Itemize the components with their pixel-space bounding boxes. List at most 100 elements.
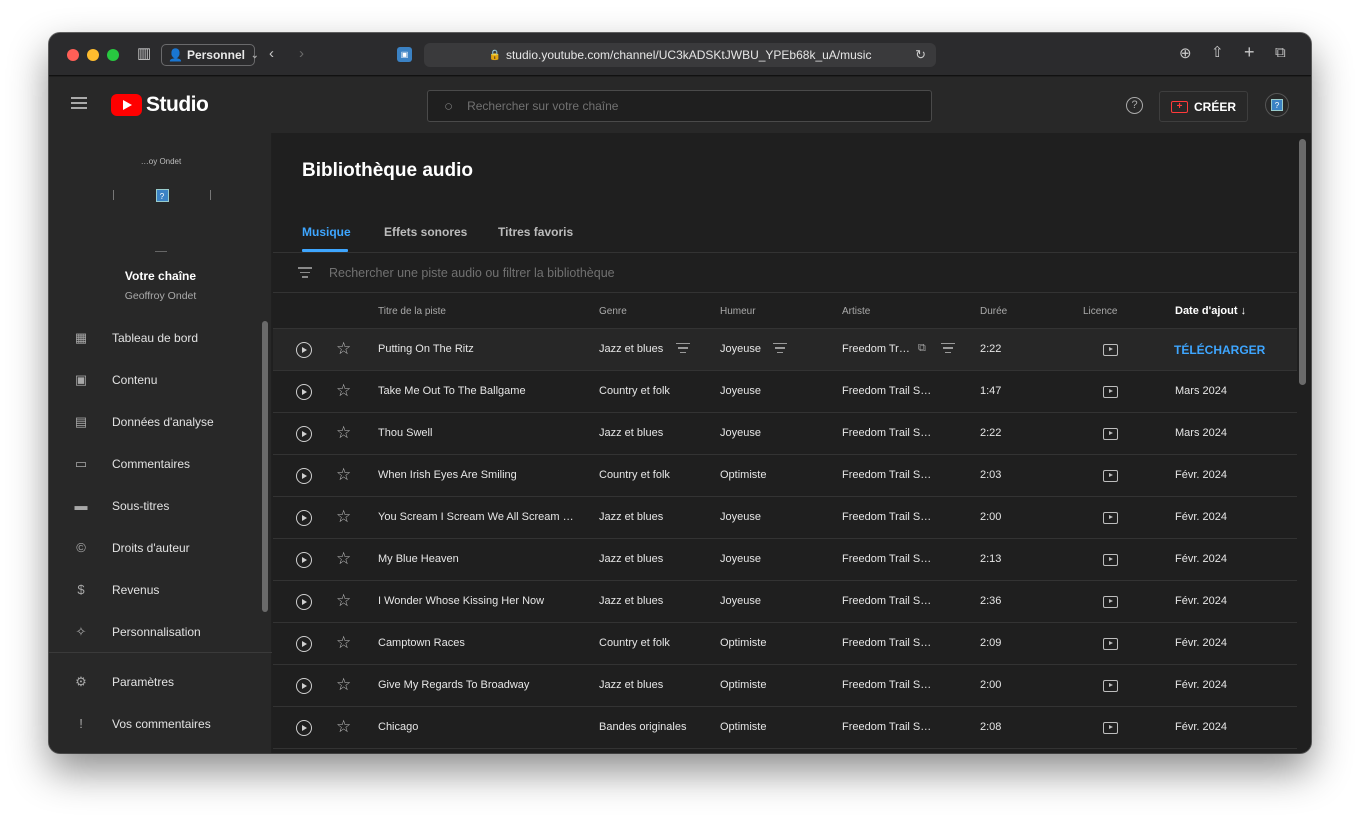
sidebar-item-analytics[interactable]: ▤ Données d'analyse [49, 401, 272, 443]
play-icon[interactable] [296, 384, 312, 400]
table-row[interactable]: ☆ When Irish Eyes Are Smiling Country et… [273, 455, 1297, 497]
star-icon[interactable]: ☆ [336, 675, 351, 695]
star-icon[interactable]: ☆ [336, 423, 351, 443]
track-genre: Jazz et blues [599, 679, 664, 691]
track-artist: Freedom Trail S… [842, 385, 932, 397]
play-icon[interactable] [296, 678, 312, 694]
share-icon[interactable]: ⇧ [1211, 45, 1224, 61]
license-icon[interactable] [1103, 554, 1118, 566]
star-icon[interactable]: ☆ [336, 507, 351, 527]
play-icon[interactable] [296, 510, 312, 526]
table-row[interactable]: ☆ Thou Swell Jazz et blues Joyeuse Freed… [273, 413, 1297, 455]
license-icon[interactable] [1103, 596, 1118, 608]
sidebar-item-subtitles[interactable]: ▬ Sous-titres [49, 485, 272, 527]
account-avatar[interactable]: ? [1265, 93, 1289, 117]
license-icon[interactable] [1103, 386, 1118, 398]
table-row[interactable]: ☆ Take Me Out To The Ballgame Country et… [273, 371, 1297, 413]
create-button[interactable]: + CRÉER [1159, 91, 1248, 122]
filter-icon[interactable] [298, 267, 312, 281]
filter-mood-icon[interactable] [773, 343, 787, 356]
back-icon[interactable]: ‹ [269, 46, 274, 62]
filter-artist-icon[interactable] [941, 343, 955, 356]
table-row[interactable]: ☆ I Wonder Whose Kissing Her Now Jazz et… [273, 581, 1297, 623]
play-icon[interactable] [296, 594, 312, 610]
star-icon[interactable]: ☆ [336, 717, 351, 737]
track-artist: Freedom Trail S… [842, 511, 932, 523]
sidebar-item-copyright[interactable]: © Droits d'auteur [49, 527, 272, 569]
dollar-icon: $ [77, 582, 85, 597]
downloads-icon[interactable]: ⊕ [1179, 46, 1192, 62]
sidebar-item-customization[interactable]: ✧ Personnalisation [49, 611, 272, 653]
column-artist: Artiste [842, 306, 871, 317]
star-icon[interactable]: ☆ [336, 339, 351, 359]
minimize-window-button[interactable] [87, 49, 99, 61]
star-icon[interactable]: ☆ [336, 633, 351, 653]
sidebar-item-content[interactable]: ▣ Contenu [49, 359, 272, 401]
filter-input[interactable]: Rechercher une piste audio ou filtrer la… [329, 266, 615, 280]
license-icon[interactable] [1103, 470, 1118, 482]
star-icon[interactable]: ☆ [336, 591, 351, 611]
license-icon[interactable] [1103, 428, 1118, 440]
tab-favorites[interactable]: Titres favoris [498, 225, 573, 239]
play-icon[interactable] [296, 636, 312, 652]
table-row[interactable]: ☆ Camptown Races Country et folk Optimis… [273, 623, 1297, 665]
license-icon[interactable] [1103, 512, 1118, 524]
track-mood: Optimiste [720, 637, 767, 649]
track-title: Take Me Out To The Ballgame [378, 385, 526, 397]
youtube-play-icon [111, 94, 142, 116]
sidebar-item-settings[interactable]: ⚙ Paramètres [49, 661, 272, 703]
table-row[interactable]: ☆ My Blue Heaven Jazz et blues Joyeuse F… [273, 539, 1297, 581]
menu-icon[interactable] [71, 97, 87, 109]
zoom-window-button[interactable] [107, 49, 119, 61]
star-icon[interactable]: ☆ [336, 465, 351, 485]
track-genre: Bandes originales [599, 721, 687, 733]
analytics-icon: ▤ [74, 414, 88, 429]
play-icon[interactable] [296, 468, 312, 484]
play-icon[interactable] [296, 552, 312, 568]
table-row[interactable]: ☆ Chicago Bandes originales Optimiste Fr… [273, 707, 1297, 749]
close-window-button[interactable] [67, 49, 79, 61]
license-icon[interactable] [1103, 344, 1118, 356]
license-icon[interactable] [1103, 680, 1118, 692]
star-icon[interactable]: ☆ [336, 381, 351, 401]
sidebar-item-feedback[interactable]: ! Vos commentaires [49, 703, 272, 745]
license-icon[interactable] [1103, 638, 1118, 650]
table-row[interactable]: ☆ You Scream I Scream We All Scream … Ja… [273, 497, 1297, 539]
forward-icon[interactable]: › [299, 46, 304, 62]
sidebar: …oy Ondet ? Votre chaîne Geoffroy Ondet … [49, 133, 272, 753]
create-video-icon: + [1170, 100, 1188, 113]
star-icon[interactable]: ☆ [336, 549, 351, 569]
column-date-added[interactable]: Date d'ajout ↓ [1175, 305, 1246, 317]
studio-logo[interactable]: Studio [111, 93, 209, 117]
download-button[interactable]: TÉLÉCHARGER [1174, 343, 1265, 357]
channel-search-input[interactable]: ○ Rechercher sur votre chaîne [427, 90, 932, 122]
sidebar-item-comments[interactable]: ▭ Commentaires [49, 443, 272, 485]
track-duration: 1:47 [980, 385, 1002, 397]
sidebar-item-earnings[interactable]: $ Revenus [49, 569, 272, 611]
help-icon[interactable]: ? [1126, 97, 1143, 114]
table-row[interactable]: ☆ Putting On The Ritz Jazz et blues Joye… [273, 329, 1297, 371]
channel-image-alt: …oy Ondet [140, 157, 182, 166]
tab-sound-effects[interactable]: Effets sonores [384, 225, 467, 239]
external-link-icon[interactable]: ⧉ [918, 342, 926, 355]
reload-icon[interactable]: ↻ [915, 47, 926, 63]
play-icon[interactable] [296, 720, 312, 736]
sidebar-item-dashboard[interactable]: ▦ Tableau de bord [49, 317, 272, 359]
address-bar[interactable]: 🔒 studio.youtube.com/channel/UC3kADSKtJW… [424, 43, 936, 67]
tab-overview-icon[interactable]: ⧉ [1275, 45, 1286, 61]
channel-avatar[interactable]: ? [113, 183, 211, 207]
table-row[interactable]: ☆ Give My Regards To Broadway Jazz et bl… [273, 665, 1297, 707]
column-genre: Genre [599, 306, 627, 317]
license-icon[interactable] [1103, 722, 1118, 734]
filter-genre-icon[interactable] [676, 343, 690, 356]
tab-music[interactable]: Musique [302, 225, 351, 239]
new-tab-icon[interactable]: + [1244, 43, 1255, 61]
play-icon[interactable] [296, 426, 312, 442]
sidebar-toggle-icon[interactable]: ▥ [137, 46, 151, 62]
sidebar-scrollbar[interactable] [262, 321, 268, 612]
track-title: Give My Regards To Broadway [378, 679, 530, 691]
profile-selector[interactable]: 👤 Personnel ⌄ [161, 44, 259, 66]
main-scrollbar[interactable] [1299, 139, 1306, 385]
play-icon[interactable] [296, 342, 312, 358]
library-filter[interactable]: Rechercher une piste audio ou filtrer la… [273, 253, 1297, 293]
